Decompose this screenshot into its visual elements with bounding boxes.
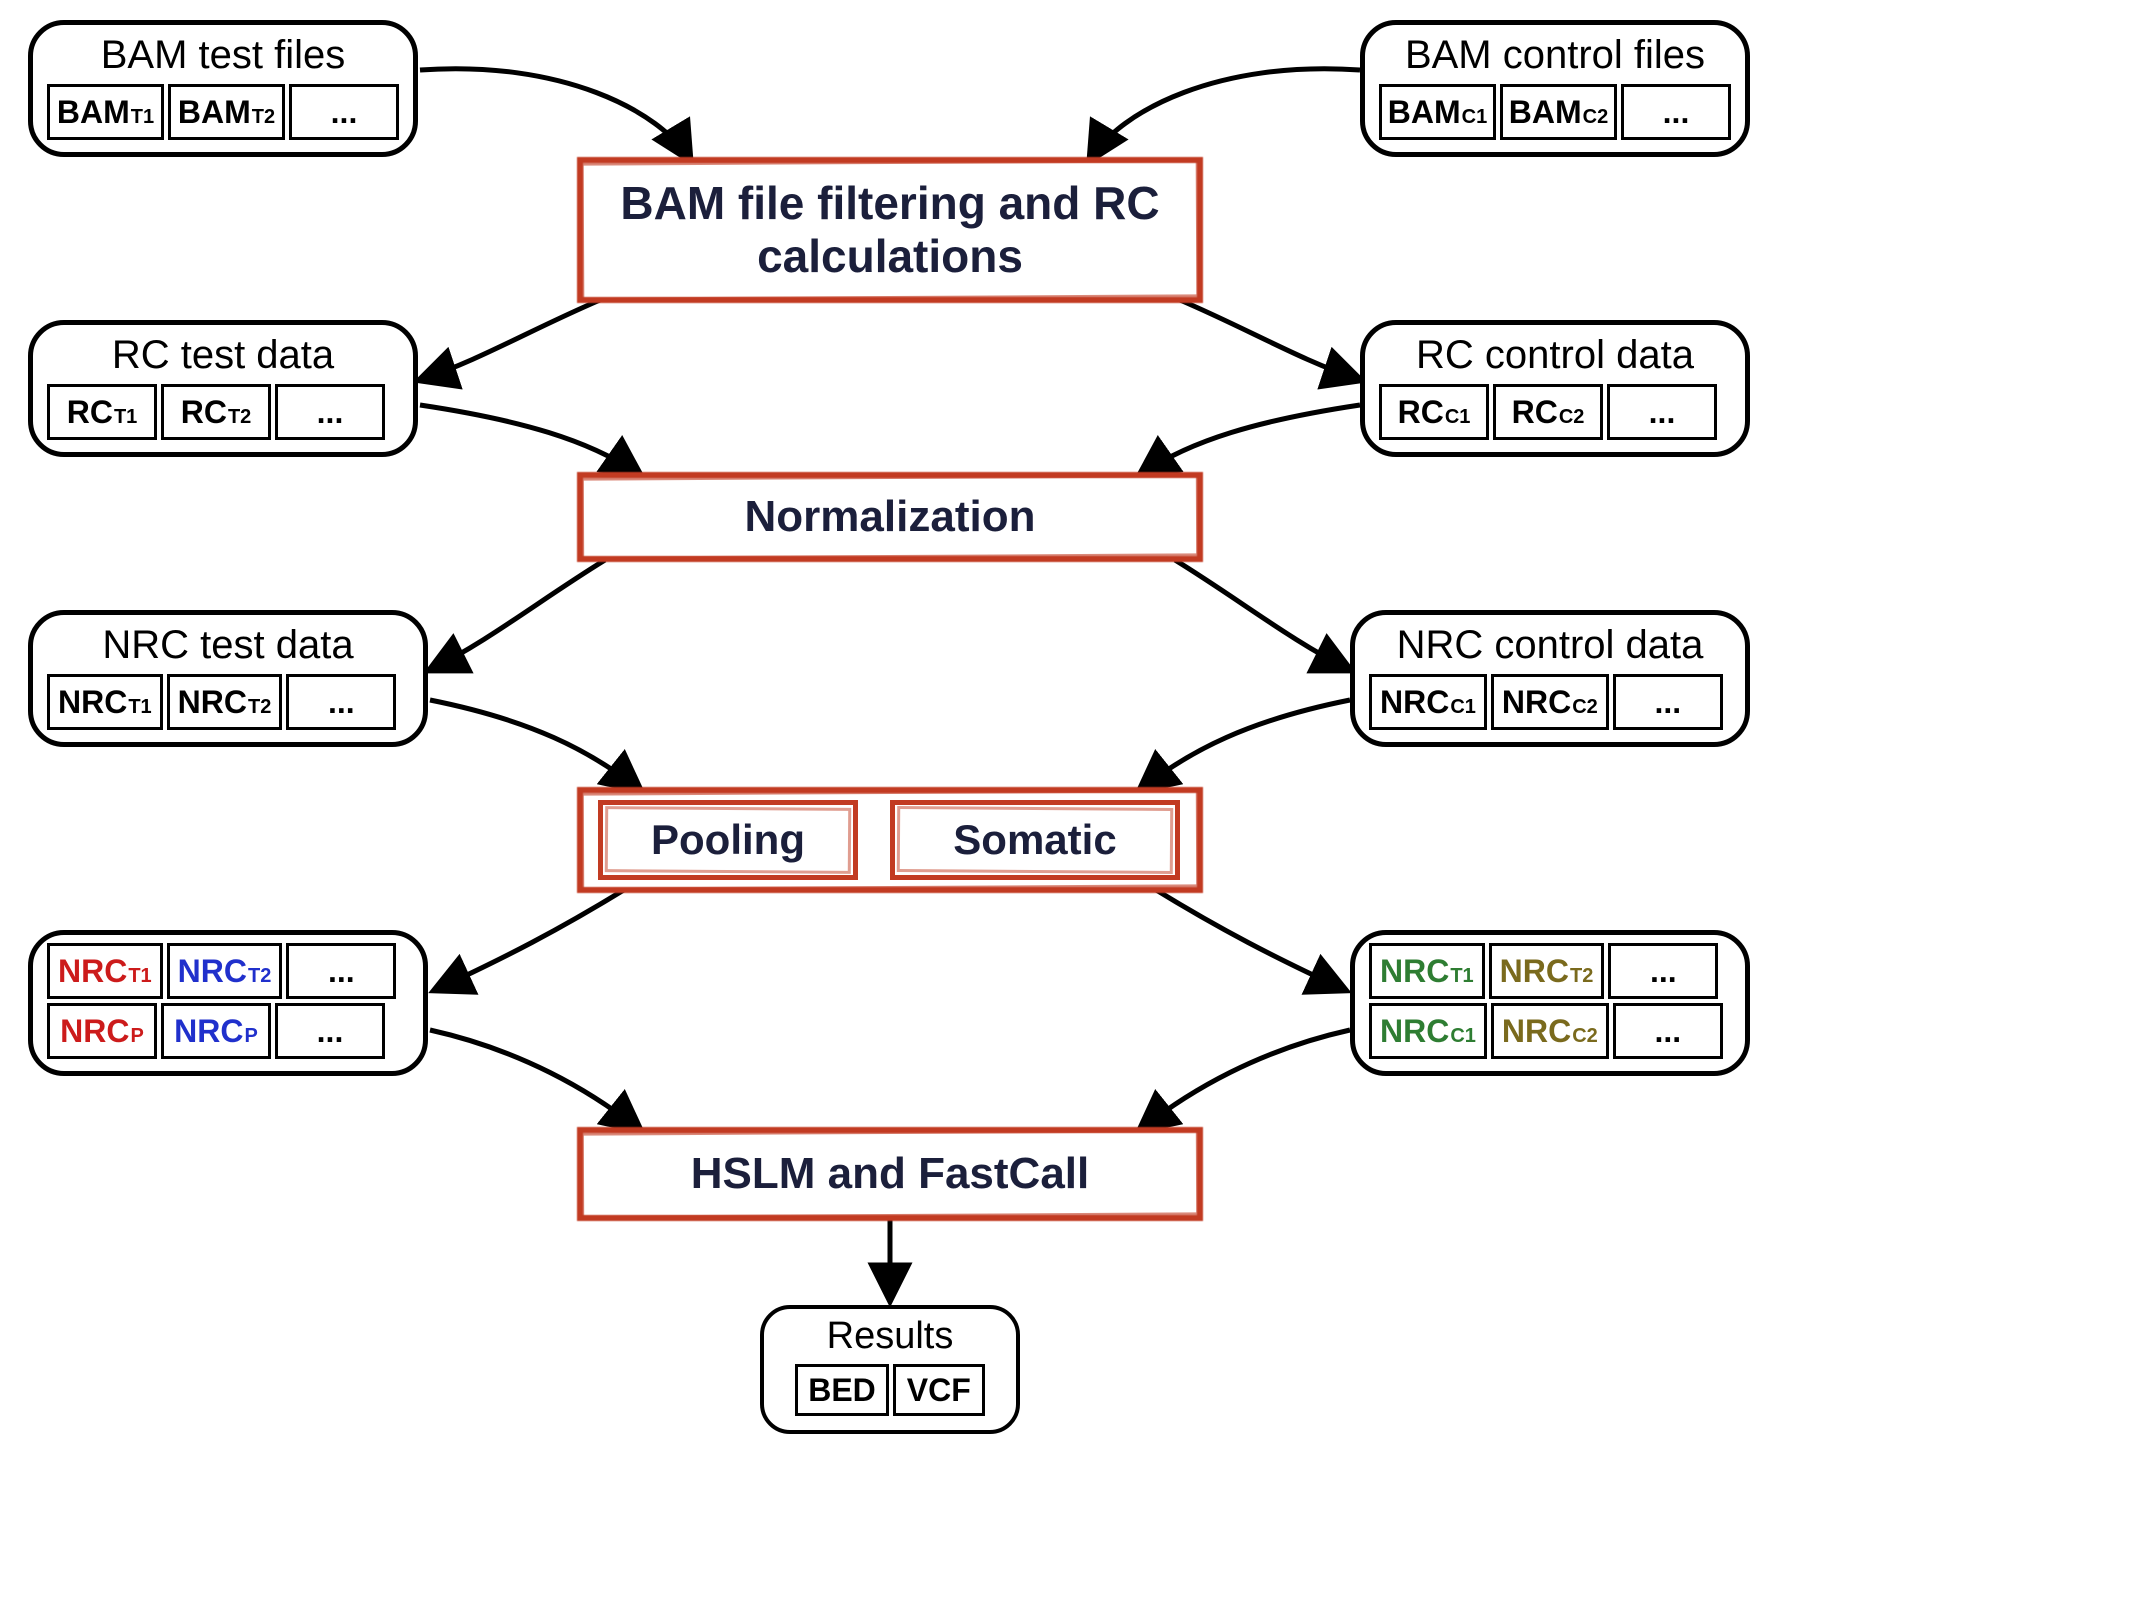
cells-results: BEDVCF [782, 1364, 998, 1416]
node-nrc-test: NRC test data NRCT1NRCT2... [28, 610, 428, 747]
data-cell: NRCP [161, 1003, 271, 1059]
process-normalization: Normalization [580, 475, 1200, 559]
data-cell: BAMT2 [168, 84, 285, 140]
dots-cell: ... [1613, 1003, 1723, 1059]
data-cell: RCT2 [161, 384, 271, 440]
node-results: Results BEDVCF [760, 1305, 1020, 1434]
node-bam-test: BAM test files BAMT1BAMT2... [28, 20, 418, 157]
dots-cell: ... [289, 84, 399, 140]
title-nrc-test: NRC test data [47, 623, 409, 668]
data-cell: NRCC2 [1491, 1003, 1609, 1059]
title-results: Results [782, 1315, 998, 1358]
data-cell: RCC2 [1493, 384, 1603, 440]
cells-nrc-test: NRCT1NRCT2... [47, 674, 409, 730]
data-cell: NRCC2 [1491, 674, 1609, 730]
data-cell: BAMC2 [1500, 84, 1617, 140]
process-somatic-label: Somatic [953, 816, 1116, 864]
process-somatic: Somatic [890, 800, 1180, 880]
process-normalization-label: Normalization [745, 492, 1036, 542]
data-cell: NRCT2 [167, 674, 283, 730]
result-cell: VCF [893, 1364, 985, 1416]
data-cell: BAMC1 [1379, 84, 1496, 140]
data-cell: NRCT1 [1369, 943, 1485, 999]
node-rc-test: RC test data RCT1RCT2... [28, 320, 418, 457]
cells-bam-control: BAMC1BAMC2... [1379, 84, 1731, 140]
node-pool-right: NRCT1NRCT2...NRCC1NRCC2... [1350, 930, 1750, 1076]
row: NRCT1NRCT2... [47, 943, 409, 999]
dots-cell: ... [1621, 84, 1731, 140]
cells-pool-left: NRCT1NRCT2...NRCPNRCP... [47, 943, 409, 1059]
title-nrc-control: NRC control data [1369, 623, 1731, 668]
row: NRCPNRCP... [47, 1003, 409, 1059]
dots-cell: ... [286, 943, 396, 999]
dots-cell: ... [1608, 943, 1718, 999]
title-bam-control: BAM control files [1379, 33, 1731, 78]
process-filtering-label: BAM file filtering and RC calculations [604, 177, 1176, 283]
cells-pool-right: NRCT1NRCT2...NRCC1NRCC2... [1369, 943, 1731, 1059]
node-pool-left: NRCT1NRCT2...NRCPNRCP... [28, 930, 428, 1076]
data-cell: RCC1 [1379, 384, 1489, 440]
node-rc-control: RC control data RCC1RCC2... [1360, 320, 1750, 457]
data-cell: RCT1 [47, 384, 157, 440]
dots-cell: ... [275, 384, 385, 440]
title-rc-test: RC test data [47, 333, 399, 378]
data-cell: NRCT1 [47, 674, 163, 730]
process-pooling: Pooling [598, 800, 858, 880]
data-cell: BAMT1 [47, 84, 164, 140]
result-cell: BED [795, 1364, 889, 1416]
data-cell: NRCT2 [167, 943, 283, 999]
data-cell: NRCC1 [1369, 674, 1487, 730]
node-bam-control: BAM control files BAMC1BAMC2... [1360, 20, 1750, 157]
dots-cell: ... [275, 1003, 385, 1059]
process-hslm: HSLM and FastCall [580, 1130, 1200, 1218]
node-nrc-control: NRC control data NRCC1NRCC2... [1350, 610, 1750, 747]
data-cell: NRCP [47, 1003, 157, 1059]
cells-nrc-control: NRCC1NRCC2... [1369, 674, 1731, 730]
title-bam-test: BAM test files [47, 33, 399, 78]
data-cell: NRCC1 [1369, 1003, 1487, 1059]
cells-rc-test: RCT1RCT2... [47, 384, 399, 440]
cells-bam-test: BAMT1BAMT2... [47, 84, 399, 140]
data-cell: NRCT2 [1489, 943, 1605, 999]
title-rc-control: RC control data [1379, 333, 1731, 378]
process-hslm-label: HSLM and FastCall [691, 1149, 1090, 1199]
data-cell: NRCT1 [47, 943, 163, 999]
row: NRCC1NRCC2... [1369, 1003, 1731, 1059]
row: NRCT1NRCT2... [1369, 943, 1731, 999]
dots-cell: ... [286, 674, 396, 730]
dots-cell: ... [1607, 384, 1717, 440]
process-pooling-label: Pooling [651, 816, 805, 864]
dots-cell: ... [1613, 674, 1723, 730]
process-filtering: BAM file filtering and RC calculations [580, 160, 1200, 300]
cells-rc-control: RCC1RCC2... [1379, 384, 1731, 440]
